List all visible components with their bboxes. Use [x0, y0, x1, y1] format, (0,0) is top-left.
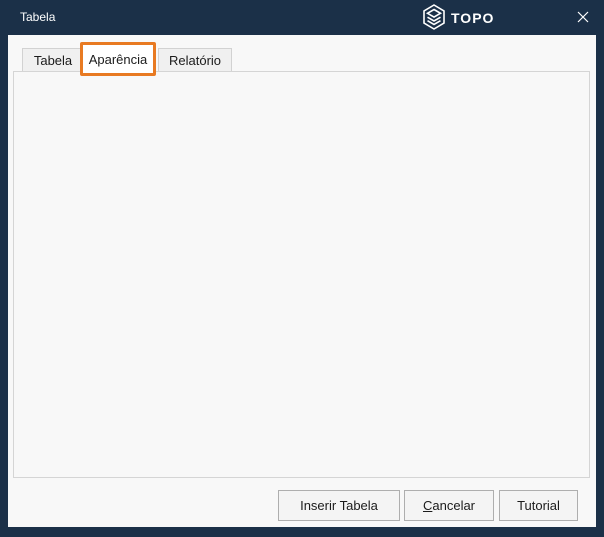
dialog-window: Tabela TOPO Tabela Aparência — [0, 0, 604, 537]
inserir-tabela-button[interactable]: Inserir Tabela — [278, 490, 400, 521]
tab-relatorio-label: Relatório — [169, 53, 221, 68]
window-title: Tabela — [20, 0, 55, 35]
topo-logo-icon — [422, 4, 446, 33]
dialog-content: Tabela Aparência Relatório Cabeçalho / R… — [8, 35, 596, 527]
cancelar-button[interactable]: Cancelar — [404, 490, 494, 521]
inserir-tabela-label: Inserir Tabela — [300, 498, 378, 513]
tutorial-label: Tutorial — [517, 498, 560, 513]
tab-aparencia-label: Aparência — [89, 52, 148, 67]
tab-panel-aparencia — [13, 71, 590, 478]
cancelar-label-initial: C — [423, 498, 432, 513]
title-bar: Tabela TOPO — [0, 0, 604, 35]
tab-tabela-label: Tabela — [34, 53, 72, 68]
brand: TOPO — [422, 4, 494, 32]
tab-relatorio[interactable]: Relatório — [158, 48, 232, 72]
close-icon[interactable] — [574, 8, 592, 26]
tab-tabela[interactable]: Tabela — [22, 48, 84, 72]
cancelar-label-rest: ancelar — [432, 498, 475, 513]
brand-name: TOPO — [451, 10, 494, 26]
tab-aparencia[interactable]: Aparência — [80, 42, 156, 76]
tutorial-button[interactable]: Tutorial — [499, 490, 578, 521]
